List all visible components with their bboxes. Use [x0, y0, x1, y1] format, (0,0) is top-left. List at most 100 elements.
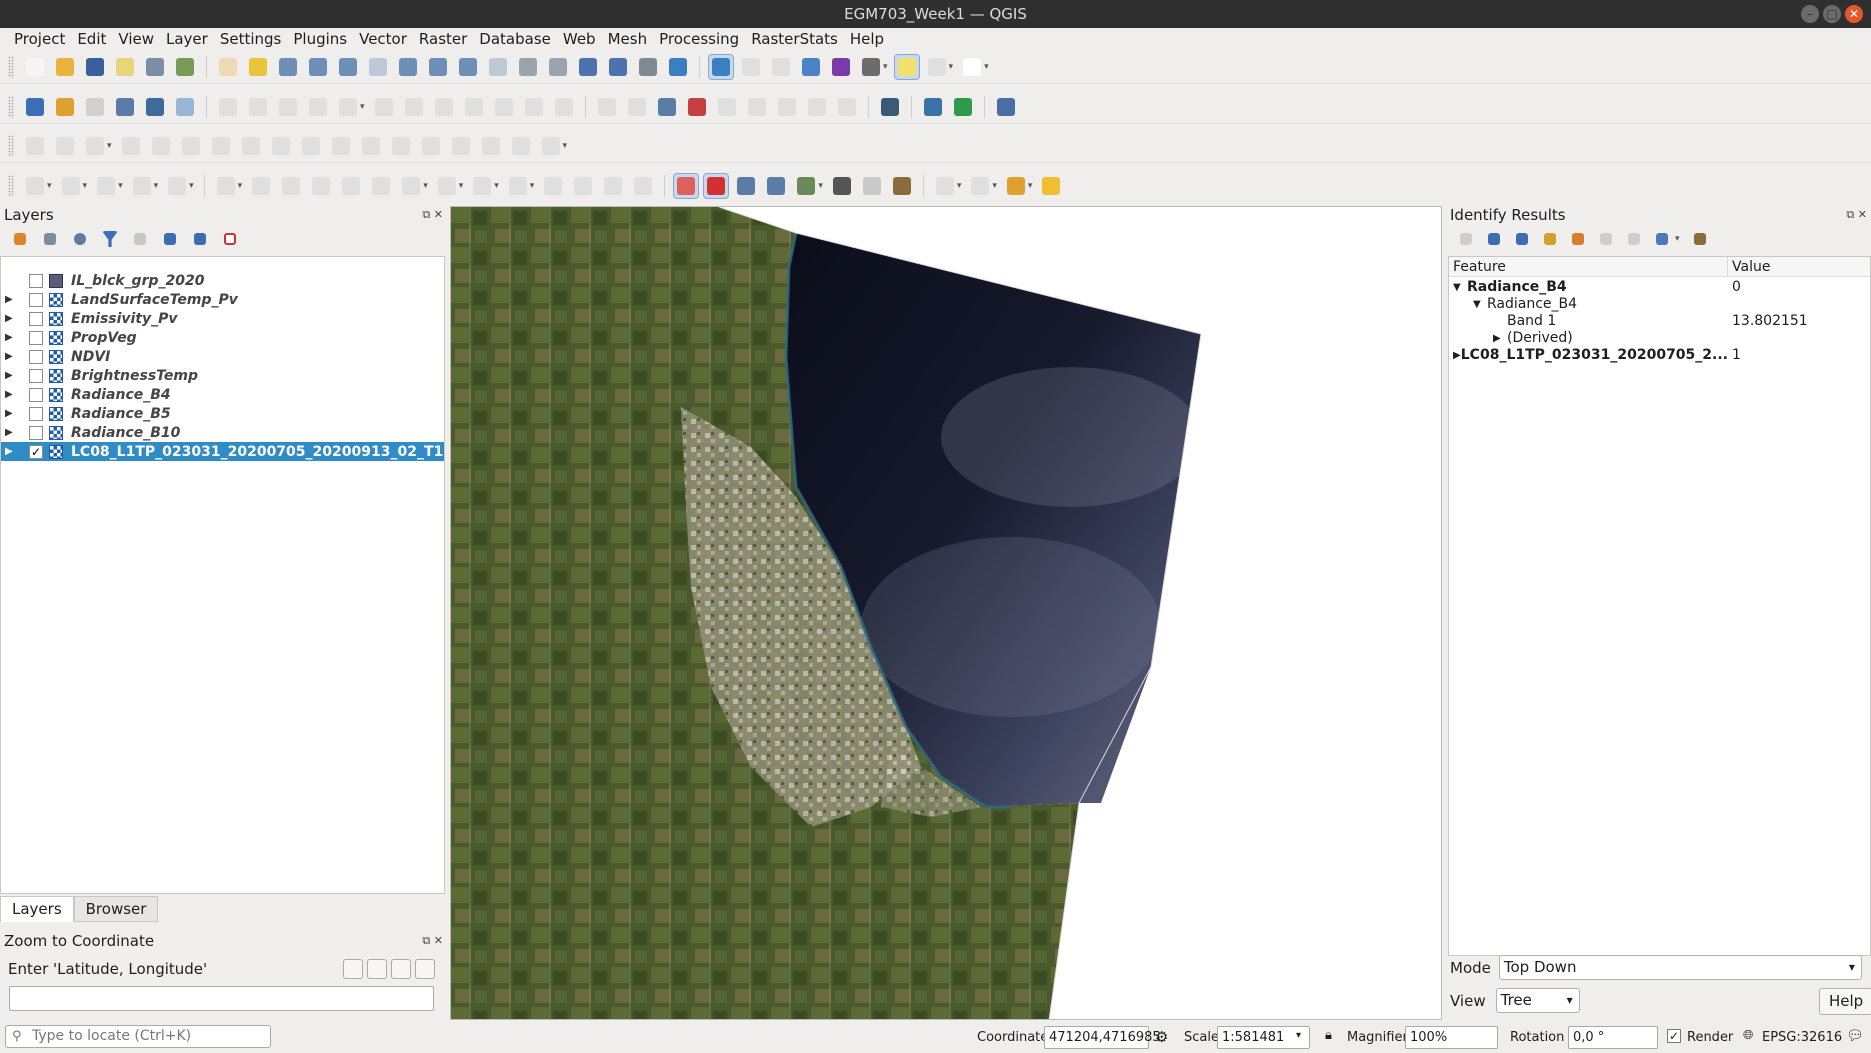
dropdown-arrow-icon[interactable]: ▾	[47, 181, 52, 191]
layer-item[interactable]: ▶ ✓ LC08_L1TP_023031_20200705_20200913_02_…	[1, 442, 444, 461]
zoom-last-icon[interactable]	[456, 55, 480, 79]
capture-icon[interactable]	[391, 959, 411, 979]
zoom-full-icon[interactable]	[336, 55, 360, 79]
offset-point-symbols-icon[interactable]	[509, 134, 533, 158]
new-3d-map-view-icon[interactable]	[546, 55, 570, 79]
identify-row[interactable]: Band 1 13.802151	[1449, 313, 1870, 330]
value-column-header[interactable]: Value	[1728, 257, 1770, 276]
layer-item[interactable]: ▶ PropVeg	[1, 328, 444, 347]
style-manager-icon[interactable]	[173, 55, 197, 79]
tab-layers[interactable]: Layers	[0, 896, 74, 922]
magnifier-field[interactable]: 100%	[1405, 1026, 1498, 1049]
merge-features-icon[interactable]	[449, 134, 473, 158]
zoom-to-point-icon[interactable]	[734, 174, 758, 198]
select-by-rect-icon[interactable]	[794, 174, 818, 198]
dropdown-arrow-icon[interactable]: ▾	[1028, 181, 1033, 191]
dropdown-arrow-icon[interactable]: ▾	[238, 181, 243, 191]
tree-toggle-icon[interactable]: ▶	[1493, 330, 1507, 347]
dropdown-arrow-icon[interactable]: ▾	[189, 181, 194, 191]
select-features-icon[interactable]	[925, 55, 949, 79]
zoom-native-icon[interactable]	[426, 55, 450, 79]
help-button[interactable]: Help	[1819, 988, 1871, 1015]
annotation-icon[interactable]	[1039, 174, 1063, 198]
split-parts-icon[interactable]	[359, 134, 383, 158]
menu-settings[interactable]: Settings	[214, 28, 288, 50]
globe-plugin-icon[interactable]	[878, 95, 902, 119]
raster-terrain-icon[interactable]	[951, 95, 975, 119]
dropdown-arrow-icon[interactable]: ▾	[107, 141, 112, 151]
new-shapefile-layer-icon[interactable]	[83, 95, 107, 119]
layer-visibility-checkbox[interactable]	[29, 425, 43, 440]
change-label-icon[interactable]	[805, 95, 829, 119]
expand-new-icon[interactable]	[1541, 230, 1559, 248]
identify-mode-icon[interactable]	[1653, 230, 1671, 248]
menu-view[interactable]: View	[112, 28, 160, 50]
expand-arrow-icon[interactable]: ▶	[5, 313, 17, 324]
zoom-panel-float-close-icons[interactable]: ⧉ ✕	[422, 934, 443, 948]
new-map-view-icon[interactable]	[516, 55, 540, 79]
layer-item[interactable]: ▶ Radiance_B4	[1, 385, 444, 404]
offset-adv-icon[interactable]	[571, 174, 595, 198]
toggle-editing-icon[interactable]	[246, 95, 270, 119]
layer-visibility-checkbox[interactable]	[29, 349, 43, 364]
zoom-to-layer-icon[interactable]	[396, 55, 420, 79]
georeferencer-icon[interactable]	[673, 172, 700, 199]
reverse-line-icon[interactable]	[329, 134, 353, 158]
crs-label[interactable]: EPSG:32616	[1762, 1030, 1842, 1045]
remove-layer-icon[interactable]	[221, 230, 239, 248]
zoom-out-icon[interactable]	[306, 55, 330, 79]
menu-layer[interactable]: Layer	[160, 28, 214, 50]
expand-arrow-icon[interactable]: ▶	[5, 427, 17, 438]
redo-icon[interactable]	[552, 95, 576, 119]
current-edits-icon[interactable]	[216, 95, 240, 119]
layer-diagram-options-icon[interactable]	[685, 95, 709, 119]
tree-toggle-icon[interactable]: ▼	[1473, 296, 1487, 313]
filter-legend-icon[interactable]	[101, 230, 119, 248]
refresh-icon[interactable]	[666, 55, 690, 79]
scale-dropdown-icon[interactable]: ▾	[1296, 1030, 1301, 1041]
add-feature-icon[interactable]	[306, 95, 330, 119]
rotate-features-icon[interactable]	[539, 134, 563, 158]
save-edits-icon[interactable]	[276, 95, 300, 119]
temporal-controller-icon[interactable]	[636, 55, 660, 79]
paste-features-icon[interactable]	[492, 95, 516, 119]
dropdown-arrow-icon[interactable]: ▾	[949, 62, 954, 72]
identify-row[interactable]: ▼ Radiance_B4 0	[1449, 279, 1870, 296]
layer-visibility-checkbox[interactable]	[29, 292, 43, 307]
rotation-field[interactable]: 0,0 °	[1568, 1026, 1658, 1049]
expand-arrow-icon[interactable]: ▶	[5, 351, 17, 362]
digitize-polygon-icon[interactable]	[53, 134, 77, 158]
zoom-to-selection-icon[interactable]	[366, 55, 390, 79]
layer-item[interactable]: ▶ LandSurfaceTemp_Pv	[1, 290, 444, 309]
copy-icon[interactable]	[367, 959, 387, 979]
new-virtual-layer-icon[interactable]	[173, 95, 197, 119]
select-all-icon[interactable]	[968, 174, 992, 198]
trim-extend-icon[interactable]	[541, 174, 565, 198]
layer-visibility-checkbox[interactable]	[29, 387, 43, 402]
minimize-button[interactable]: –	[1801, 5, 1819, 23]
field-calculator-icon[interactable]	[769, 55, 793, 79]
clear-results-icon[interactable]	[1569, 230, 1587, 248]
delete-selected-icon[interactable]	[402, 95, 426, 119]
menu-mesh[interactable]: Mesh	[602, 28, 654, 50]
expand-all-icon[interactable]	[161, 230, 179, 248]
zoom-point-layer-icon[interactable]	[764, 174, 788, 198]
deselect-icon[interactable]	[1004, 174, 1028, 198]
toolbar-handle[interactable]	[8, 174, 14, 197]
dropdown-arrow-icon[interactable]: ▾	[957, 181, 962, 191]
zoom-in-icon[interactable]	[276, 55, 300, 79]
zoom-to-icon[interactable]	[343, 959, 363, 979]
menu-vector[interactable]: Vector	[353, 28, 413, 50]
filter-by-expression-icon[interactable]	[131, 230, 149, 248]
add-ring-icon[interactable]	[119, 134, 143, 158]
offset-curve-icon[interactable]	[299, 134, 323, 158]
layer-item[interactable]: IL_blck_grp_2020	[1, 271, 444, 290]
tree-toggle-icon[interactable]: ▼	[1453, 279, 1467, 296]
layer-visibility-checkbox[interactable]	[29, 368, 43, 383]
menu-help[interactable]: Help	[844, 28, 890, 50]
dropdown-arrow-icon[interactable]: ▾	[818, 181, 823, 191]
expand-arrow-icon[interactable]: ▶	[5, 389, 17, 400]
expand-arrow-icon[interactable]: ▶	[5, 446, 17, 457]
identify-row[interactable]: ▼ Radiance_B4	[1449, 296, 1870, 313]
layer-visibility-checkbox[interactable]	[29, 311, 43, 326]
